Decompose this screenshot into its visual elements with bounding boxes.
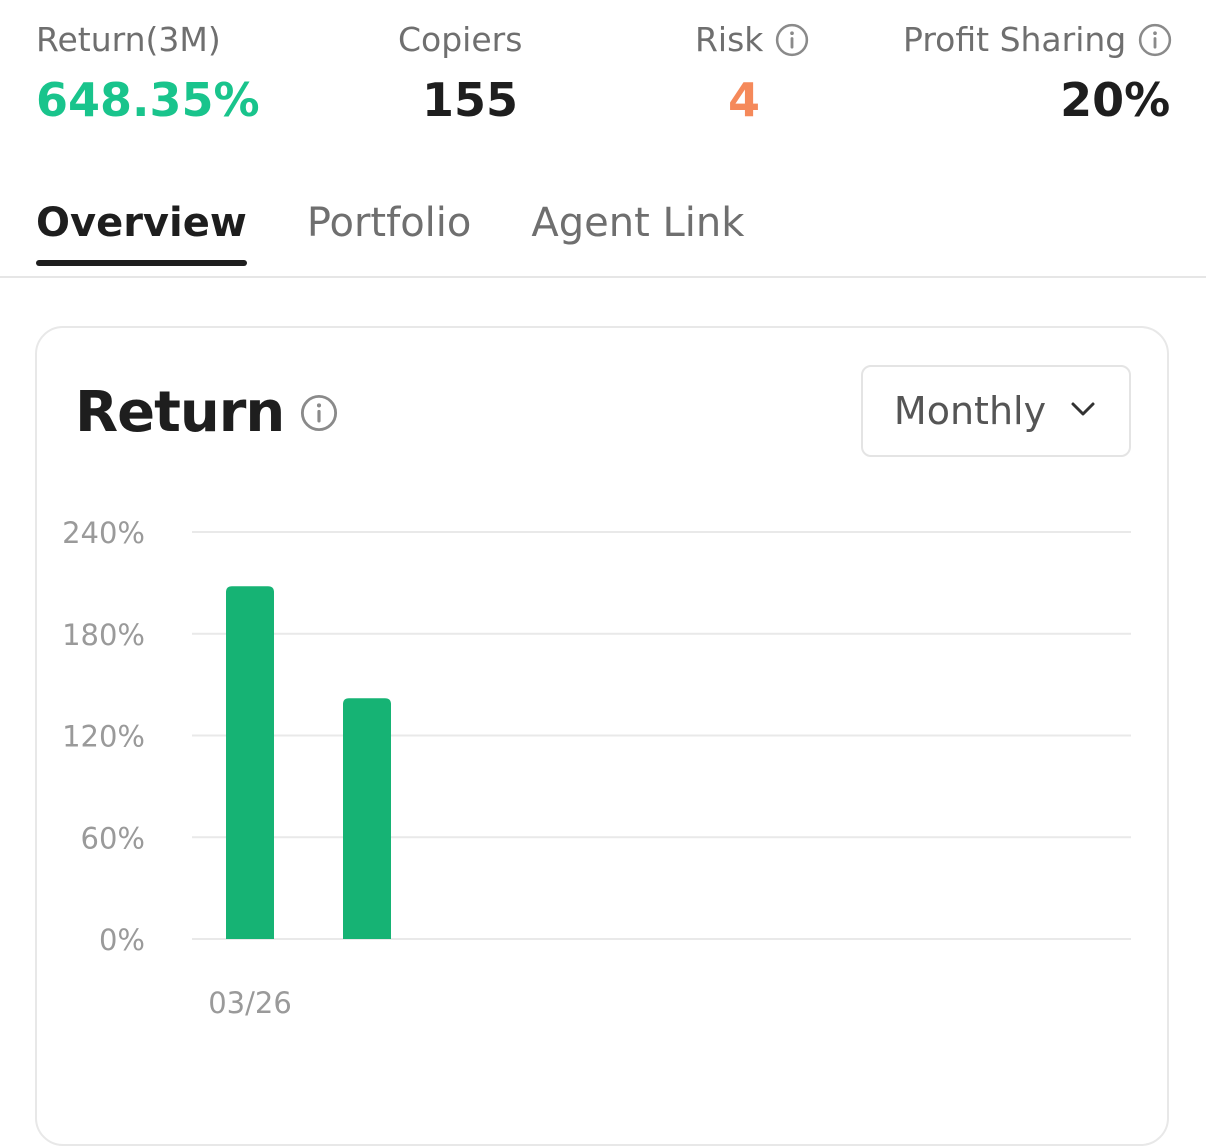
stat-profit-sharing-label: Profit Sharing (903, 20, 1127, 59)
stat-copiers: Copiers 155 (398, 20, 522, 127)
stat-risk-label: Risk (695, 20, 764, 59)
return-info-icon[interactable] (300, 394, 338, 432)
profit-sharing-info-icon[interactable] (1138, 23, 1172, 57)
stat-risk-value: 4 (728, 73, 761, 127)
stat-profit-sharing: Profit Sharing 20% (903, 20, 1172, 127)
chevron-down-icon (1068, 389, 1098, 433)
tab-agent-link[interactable]: Agent Link (531, 200, 744, 266)
stat-return-value: 648.35% (36, 73, 260, 127)
risk-info-icon[interactable] (775, 23, 809, 57)
tab-overview[interactable]: Overview (36, 200, 247, 266)
stat-copiers-label: Copiers (398, 20, 523, 59)
stat-profit-sharing-value: 20% (1060, 73, 1171, 127)
return-card: Return Monthly (35, 326, 1169, 1146)
card-title: Return (75, 380, 285, 445)
tabs-divider (0, 276, 1206, 278)
tab-portfolio[interactable]: Portfolio (307, 200, 472, 266)
stat-return: Return(3M) 648.35% (36, 20, 260, 127)
period-dropdown[interactable]: Monthly (861, 365, 1131, 457)
tab-bar: Overview Portfolio Agent Link (36, 200, 744, 266)
stat-risk: Risk 4 (695, 20, 809, 127)
stat-return-label: Return(3M) (36, 20, 221, 59)
period-dropdown-value: Monthly (893, 389, 1047, 433)
stat-copiers-value: 155 (422, 73, 519, 127)
